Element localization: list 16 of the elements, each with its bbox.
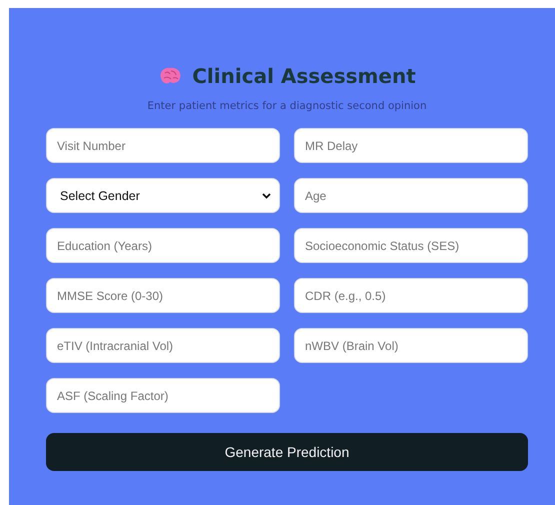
input-field[interactable]: CDR (e.g., 0.5) — [294, 278, 528, 313]
input-field[interactable]: Age — [294, 178, 528, 213]
chevron-icon — [262, 192, 271, 198]
input-field[interactable]: MR Delay — [294, 128, 528, 163]
input-field[interactable]: MMSE Score (0-30) — [46, 278, 280, 313]
input-field[interactable]: ASF (Scaling Factor) — [46, 378, 280, 413]
input-field[interactable]: nWBV (Brain Vol) — [294, 328, 528, 363]
input-field[interactable]: Socioeconomic Status (SES) — [294, 228, 528, 263]
generate-button[interactable]: Generate Prediction — [46, 433, 528, 471]
form-subtitle: Enter patient metrics for a diagnostic second opinion — [146, 100, 428, 112]
input-field[interactable]: eTIV (Intracranial Vol) — [46, 328, 280, 363]
form-title: Clinical Assessment — [192, 64, 416, 88]
brain-icon — [158, 66, 182, 86]
select-field[interactable]: Select Gender — [46, 178, 280, 213]
input-field[interactable]: Education (Years) — [46, 228, 280, 263]
input-field[interactable]: Visit Number — [46, 128, 280, 163]
